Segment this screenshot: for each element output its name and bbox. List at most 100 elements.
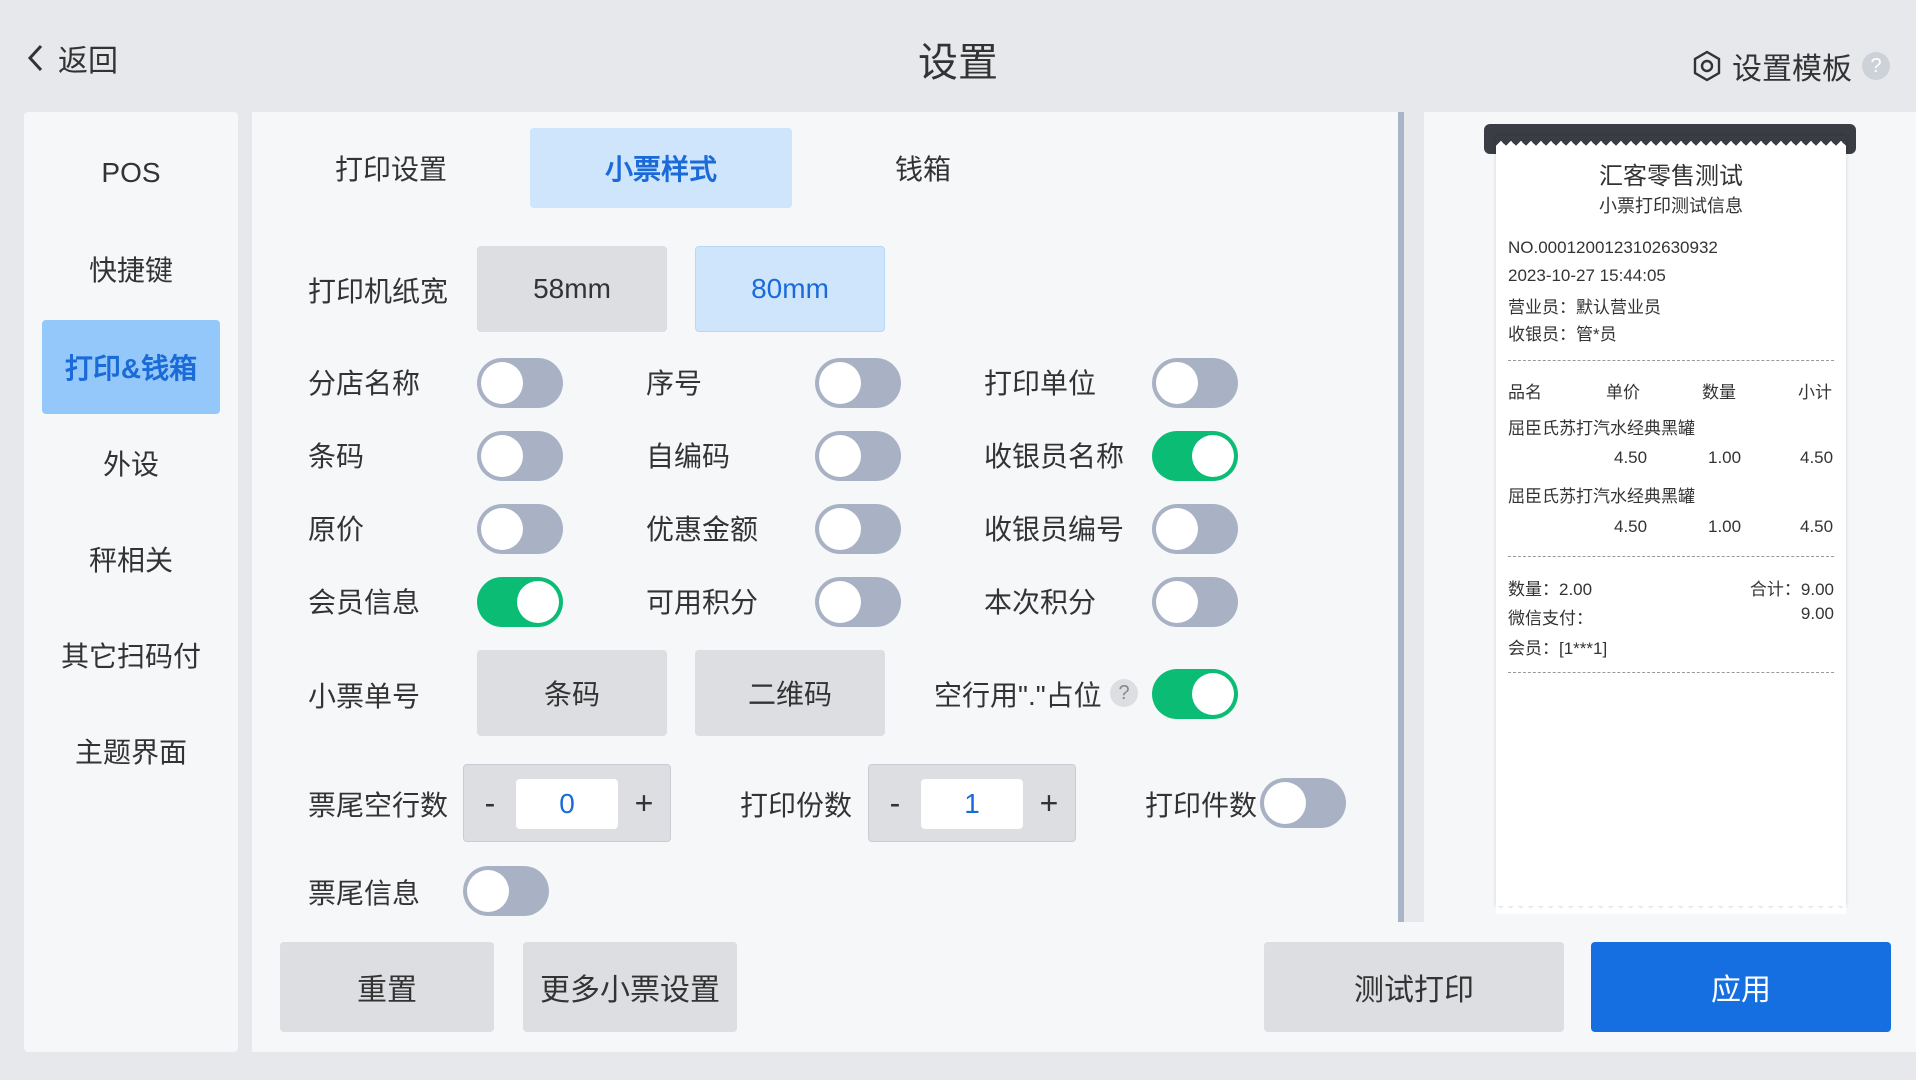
print-item-count-toggle[interactable] (1260, 778, 1346, 828)
help-icon[interactable]: ? (1862, 52, 1890, 80)
divider (1508, 556, 1834, 557)
decrement-button[interactable]: - (869, 765, 921, 841)
original-price-toggle[interactable] (477, 504, 563, 554)
toggle-knob (1264, 782, 1306, 824)
hexagon-settings-icon (1693, 50, 1721, 82)
toggle-knob (1156, 362, 1198, 404)
page-title: 设置 (918, 41, 998, 85)
blank-line-placeholder-toggle[interactable] (1152, 669, 1238, 719)
reset-button[interactable]: 重置 (280, 942, 494, 1032)
receipt-cashier: 收银员：管*员 (1508, 325, 1617, 344)
member-info-toggle[interactable] (477, 577, 563, 627)
sidebar-item-other-scan-pay[interactable]: 其它扫码付 (42, 608, 220, 702)
ticket-number-label: 小票单号 (308, 681, 421, 712)
original-price-label: 原价 (308, 514, 365, 545)
ticket-number-barcode-option[interactable]: 条码 (477, 650, 667, 736)
store-name-label: 分店名称 (308, 368, 421, 399)
receipt-paper: 汇客零售测试 小票打印测试信息 NO.0001200123102630932 2… (1496, 136, 1846, 914)
print-copies-label: 打印份数 (740, 790, 853, 821)
decrement-button[interactable]: - (464, 765, 516, 841)
paper-58mm-option[interactable]: 58mm (477, 246, 667, 332)
footer-info-toggle[interactable] (463, 866, 549, 916)
receipt-item-subtotal: 4.50 (1800, 517, 1834, 536)
receipt-member: 会员：[1***1] (1508, 639, 1608, 658)
receipt-col-qty: 数量 (1702, 383, 1736, 402)
self-code-label: 自编码 (646, 441, 731, 472)
toggle-knob (819, 508, 861, 550)
divider (1508, 672, 1834, 673)
cashier-id-toggle[interactable] (1152, 504, 1238, 554)
cashier-name-toggle[interactable] (1152, 431, 1238, 481)
cashier-id-label: 收银员编号 (984, 514, 1125, 545)
current-points-toggle[interactable] (1152, 577, 1238, 627)
toggle-knob (1156, 508, 1198, 550)
ticket-number-qrcode-option[interactable]: 二维码 (695, 650, 885, 736)
sidebar-item-theme[interactable]: 主题界面 (42, 704, 220, 798)
template-settings-button[interactable]: 设置模板 ? (1692, 44, 1890, 88)
receipt-number: NO.0001200123102630932 (1508, 238, 1718, 257)
footer-blank-lines-input[interactable]: 0 (516, 779, 618, 829)
sidebar-item-pos[interactable]: POS (42, 126, 220, 220)
settings-panel: 打印设置 小票样式 钱箱 打印机纸宽 58mm 80mm 分店名称 序号 打印单… (252, 112, 1404, 922)
toggle-knob (819, 362, 861, 404)
header: 返回 设置 设置模板 ? (0, 0, 1916, 112)
footer-blank-lines-stepper: - 0 + (463, 764, 671, 842)
receipt-col-price: 单价 (1606, 383, 1640, 402)
paper-width-label: 打印机纸宽 (308, 276, 449, 307)
sidebar-item-peripherals[interactable]: 外设 (42, 416, 220, 510)
barcode-toggle[interactable] (477, 431, 563, 481)
print-item-count-label: 打印件数 (1145, 790, 1258, 821)
sidebar-item-shortcuts[interactable]: 快捷键 (42, 222, 220, 316)
toggle-knob (481, 508, 523, 550)
toggle-knob (467, 870, 509, 912)
tab-receipt-style[interactable]: 小票样式 (530, 128, 792, 208)
test-print-button[interactable]: 测试打印 (1264, 942, 1564, 1032)
current-points-label: 本次积分 (984, 587, 1097, 618)
discount-amount-toggle[interactable] (815, 504, 901, 554)
help-icon[interactable]: ? (1110, 679, 1138, 707)
apply-button[interactable]: 应用 (1591, 942, 1891, 1032)
receipt-tear-edge (1496, 136, 1846, 146)
receipt-item-price: 4.50 (1614, 517, 1648, 536)
tab-cashbox[interactable]: 钱箱 (792, 128, 1054, 208)
toggle-knob (819, 435, 861, 477)
barcode-label: 条码 (308, 441, 365, 472)
print-copies-input[interactable]: 1 (921, 779, 1023, 829)
self-code-toggle[interactable] (815, 431, 901, 481)
print-unit-toggle[interactable] (1152, 358, 1238, 408)
print-copies-stepper: - 1 + (868, 764, 1076, 842)
toggle-knob (1156, 581, 1198, 623)
divider (1508, 360, 1834, 361)
receipt-preview: 汇客零售测试 小票打印测试信息 NO.0001200123102630932 2… (1424, 112, 1916, 922)
template-settings-label: 设置模板 (1732, 53, 1852, 86)
toggle-knob (481, 435, 523, 477)
toggle-knob (819, 581, 861, 623)
tab-print-settings[interactable]: 打印设置 (260, 128, 522, 208)
toggle-knob (481, 362, 523, 404)
paper-80mm-option[interactable]: 80mm (695, 246, 885, 332)
print-unit-label: 打印单位 (984, 368, 1097, 399)
available-points-toggle[interactable] (815, 577, 901, 627)
cashier-name-label: 收银员名称 (984, 441, 1125, 472)
receipt-col-name: 品名 (1508, 383, 1542, 402)
serial-label: 序号 (646, 368, 703, 399)
receipt-wechat-value: 9.00 (1800, 604, 1834, 623)
receipt-tear-edge (1496, 904, 1846, 914)
serial-toggle[interactable] (815, 358, 901, 408)
receipt-wechat-label: 微信支付： (1508, 609, 1593, 628)
increment-button[interactable]: + (618, 765, 670, 841)
receipt-item-name: 屈臣氏苏打汽水经典黑罐 (1508, 487, 1695, 506)
store-name-toggle[interactable] (477, 358, 563, 408)
receipt-subtitle: 小票打印测试信息 (1599, 196, 1743, 216)
footer-info-label: 票尾信息 (308, 878, 421, 909)
increment-button[interactable]: + (1023, 765, 1075, 841)
receipt-col-subtotal: 小计 (1798, 383, 1832, 402)
sidebar-item-scale[interactable]: 秤相关 (42, 512, 220, 606)
receipt-title: 汇客零售测试 (1599, 163, 1743, 190)
more-receipt-settings-button[interactable]: 更多小票设置 (523, 942, 737, 1032)
toggle-knob (517, 581, 559, 623)
sidebar-item-print-cashbox[interactable]: 打印&钱箱 (42, 320, 220, 414)
blank-line-placeholder-label: 空行用"."占位 (934, 680, 1102, 711)
toggle-knob (1192, 673, 1234, 715)
receipt-datetime: 2023-10-27 15:44:05 (1508, 266, 1666, 285)
